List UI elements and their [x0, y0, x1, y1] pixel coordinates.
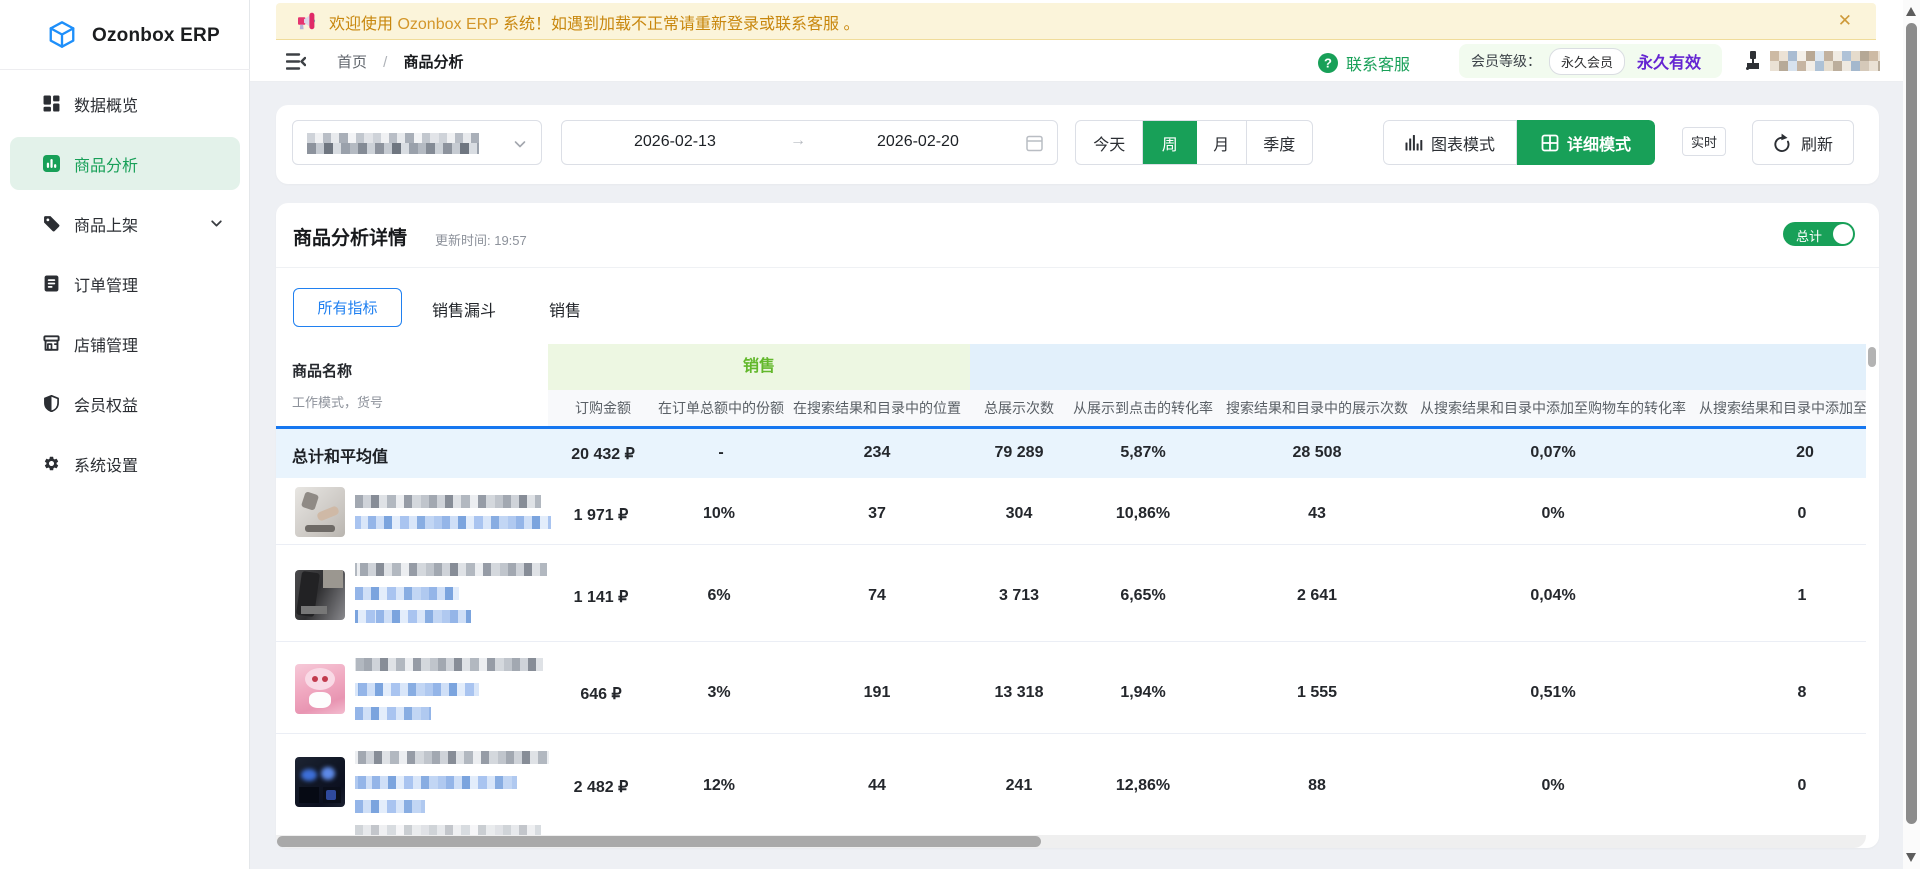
svg-text:?: ?: [1324, 56, 1332, 71]
